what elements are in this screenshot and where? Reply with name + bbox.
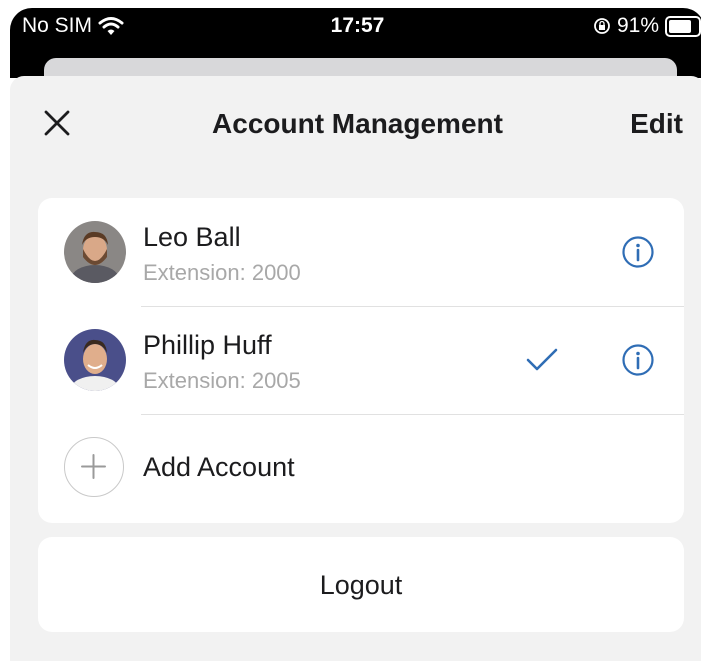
account-row-phillip-huff[interactable]: Phillip Huff Extension: 2005: [38, 306, 684, 414]
account-extension: Extension: 2000: [143, 260, 301, 285]
account-row-leo-ball[interactable]: Leo Ball Extension: 2000: [38, 198, 684, 306]
info-icon[interactable]: [621, 343, 655, 377]
add-icon: [64, 437, 124, 497]
page-title: Account Management: [212, 108, 503, 139]
logout-label: Logout: [319, 570, 403, 600]
avatar: [64, 221, 126, 283]
avatar: [64, 329, 126, 391]
account-extension: Extension: 2005: [143, 368, 301, 393]
logout-button[interactable]: Logout: [38, 537, 684, 632]
info-icon[interactable]: [621, 235, 655, 269]
accounts-list: Leo Ball Extension: 2000 Phillip Huff Ex…: [38, 198, 684, 523]
status-right-group: 91%: [593, 14, 701, 38]
account-name: Leo Ball: [143, 222, 241, 252]
orientation-lock-icon: [594, 18, 610, 34]
add-account-button[interactable]: Add Account: [38, 415, 684, 523]
add-account-label: Add Account: [143, 452, 295, 482]
account-name: Phillip Huff: [143, 330, 272, 360]
battery-fill: [669, 19, 691, 33]
status-bar: No SIM 17:57 91%: [10, 8, 701, 42]
account-management-sheet: Account Management Edit Leo Ball Extensi…: [10, 76, 701, 661]
checkmark-icon: [526, 348, 558, 371]
battery-percent: 91%: [616, 14, 659, 37]
edit-button[interactable]: Edit: [630, 108, 683, 140]
battery-icon: [665, 15, 701, 37]
